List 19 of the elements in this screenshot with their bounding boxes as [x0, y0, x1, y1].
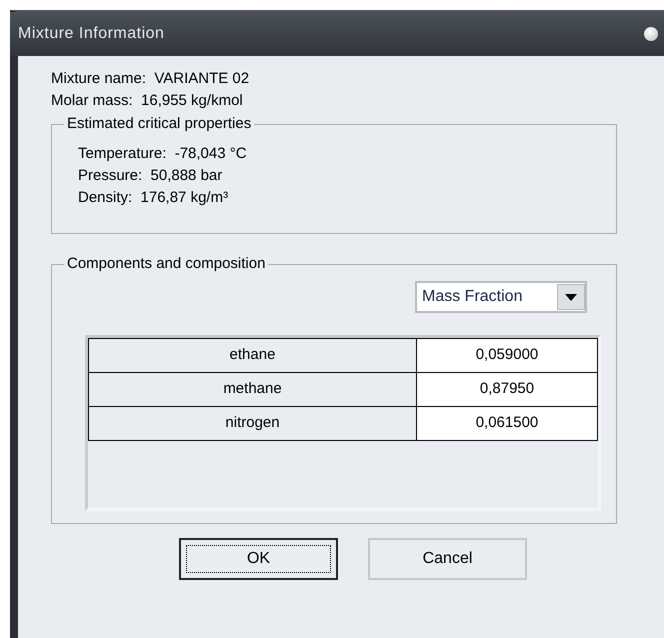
table-cell[interactable]: 0,87950	[416, 372, 598, 406]
window-title: Mixture Information	[18, 24, 164, 44]
property-text: Temperature: -78,043 °C	[78, 144, 248, 164]
table-cell[interactable]: 0,059000	[416, 338, 598, 372]
dropdown-arrow-icon[interactable]	[565, 294, 577, 300]
table-cell[interactable]: 0,061500	[416, 406, 598, 440]
table-cell: ethane	[88, 338, 416, 372]
cancel-button[interactable]: Cancel	[368, 538, 527, 580]
window-button-icon[interactable]	[644, 27, 658, 41]
info-text: Molar mass: 16,955 kg/kmol	[51, 91, 244, 111]
table-cell: methane	[88, 372, 416, 406]
dropdown[interactable]: Mass Fraction	[415, 281, 587, 313]
group-title: Components and composition	[64, 254, 268, 274]
property-text: Pressure: 50,888 bar	[78, 166, 224, 186]
ok-button[interactable]: OK	[179, 538, 338, 580]
group-title: Estimated critical properties	[64, 114, 254, 134]
table-cell: nitrogen	[88, 406, 416, 440]
info-text: Mixture name: VARIANTE 02	[51, 69, 250, 89]
property-text: Density: 176,87 kg/m³	[78, 188, 230, 208]
